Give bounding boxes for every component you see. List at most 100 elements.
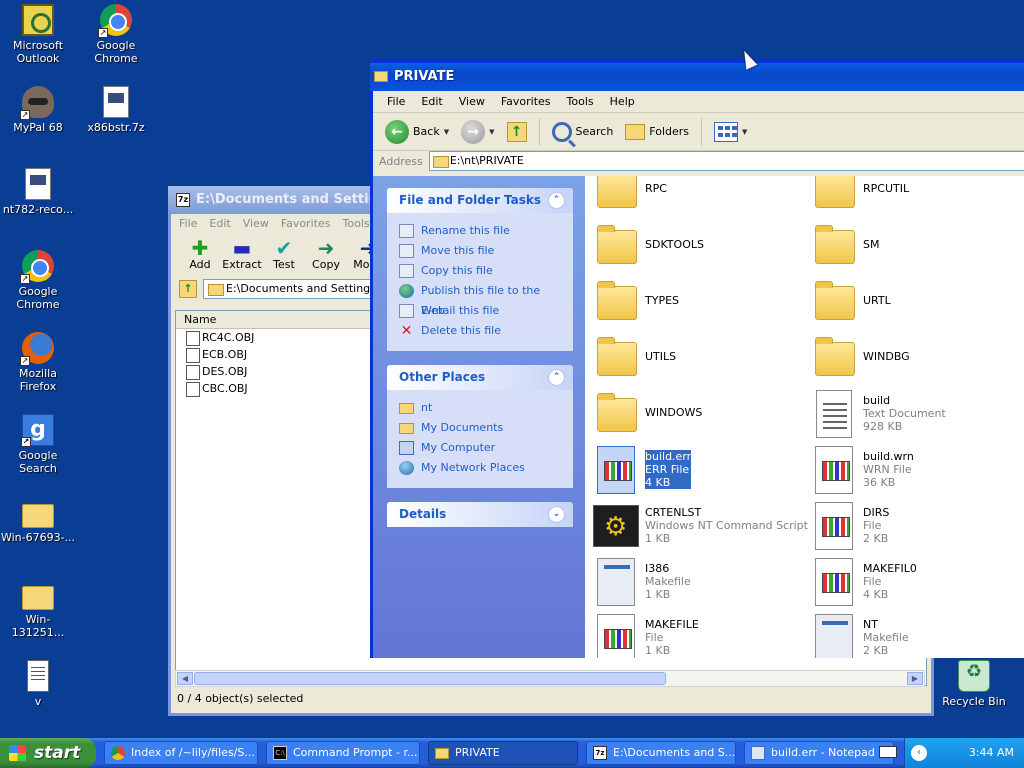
folder-item[interactable]: RPCUTIL (811, 176, 1021, 216)
scroll-left-icon[interactable]: ◀ (177, 672, 193, 685)
folders-button[interactable]: Folders (621, 117, 693, 147)
clock[interactable]: 3:44 AM (969, 746, 1014, 759)
desktop-icon-v[interactable]: v (0, 660, 76, 708)
menu-favorites[interactable]: Favorites (493, 91, 559, 112)
folder-item[interactable]: URTL (811, 278, 1021, 328)
item-text: WINDOWS (645, 406, 702, 419)
rename-file-link[interactable]: Rename this file (399, 221, 563, 241)
file-item[interactable]: DIRS File 2 KB (811, 502, 1021, 552)
taskbar-label: Command Prompt - r... (293, 746, 418, 759)
start-button[interactable]: start (0, 738, 96, 768)
file-item[interactable]: MAKEFIL0 File 4 KB (811, 558, 1021, 608)
dropdown-arrow-icon[interactable]: ▼ (489, 128, 494, 136)
other-places-header[interactable]: Other Places ⌃ (387, 365, 573, 390)
place-nt-link[interactable]: nt (399, 398, 563, 418)
system-tray: ‹ 3:44 AM (879, 738, 1024, 768)
item-text: MAKEFILE File 1 KB (645, 618, 699, 657)
file-item[interactable]: build.err ERR File 4 KB (593, 446, 803, 496)
taskbar-label: E:\Documents and S... (613, 746, 736, 759)
explorer-titlebar[interactable]: PRIVATE (370, 63, 1024, 91)
dropdown-arrow-icon[interactable]: ▼ (444, 128, 449, 136)
7zip-menu-view[interactable]: View (243, 214, 269, 234)
file-item[interactable]: CRTENLSTWindows NT Command Script1 KB (593, 502, 808, 552)
task-pane: File and Folder Tasks ⌃ Rename this file… (373, 176, 585, 658)
desktop-icon-x86bstr[interactable]: x86bstr.7z (78, 86, 154, 134)
details-header[interactable]: Details ⌄ (387, 502, 573, 527)
taskbar-button-browser[interactable]: Index of /~lily/files/S... (104, 741, 258, 765)
forward-button[interactable]: → ▼ (457, 117, 498, 147)
views-button[interactable]: ▼ (710, 117, 751, 147)
desktop-icon-mypal[interactable]: ↗ MyPal 68 (0, 86, 76, 134)
taskbar-button-cmd[interactable]: C:\ Command Prompt - r... (266, 741, 420, 765)
place-label: nt (421, 401, 433, 414)
desktop-icon-chrome-2[interactable]: ↗ Google Chrome (0, 250, 76, 311)
folder-item[interactable]: WINDOWS (593, 390, 803, 440)
search-button[interactable]: Search (548, 117, 618, 147)
7zip-menu-favorites[interactable]: Favorites (281, 214, 331, 234)
7zip-menu-edit[interactable]: Edit (209, 214, 230, 234)
file-item[interactable]: build.wrn WRN File 36 KB (811, 446, 1021, 496)
desktop-icon-win131251[interactable]: Win-131251... (0, 578, 76, 639)
file-icon (815, 446, 853, 494)
place-my-documents-link[interactable]: My Documents (399, 418, 563, 438)
horizontal-scrollbar[interactable]: ◀ ▶ (175, 670, 925, 687)
item-text: UTILS (645, 350, 676, 363)
item-text: build Text Document 928 KB (863, 394, 946, 433)
desktop-icon-nt782[interactable]: nt782-reco... (0, 168, 76, 216)
menu-help[interactable]: Help (602, 91, 643, 112)
file-item[interactable]: NT Makefile 2 KB (811, 614, 1021, 658)
folder-item[interactable]: TYPES (593, 278, 803, 328)
collapse-icon[interactable]: ⌃ (548, 369, 565, 386)
folder-item[interactable]: UTILS (593, 334, 803, 384)
menu-tools[interactable]: Tools (559, 91, 602, 112)
place-network-link[interactable]: My Network Places (399, 458, 563, 478)
folder-icon (597, 337, 637, 376)
extract-button[interactable]: ▬ Extract (221, 234, 263, 278)
publish-web-link[interactable]: Publish this file to the Web (399, 281, 563, 317)
copy-file-link[interactable]: Copy this file (399, 261, 563, 281)
taskbar-button-notepad[interactable]: build.err - Notepad (744, 741, 894, 765)
dropdown-arrow-icon[interactable]: ▼ (742, 128, 747, 136)
file-item[interactable]: MAKEFILE File 1 KB (593, 614, 803, 658)
place-my-computer-link[interactable]: My Computer (399, 438, 563, 458)
folder-item[interactable]: WINDBG (811, 334, 1021, 384)
taskbar-button-7zip[interactable]: 7z E:\Documents and S... (586, 741, 736, 765)
scroll-thumb[interactable] (194, 672, 666, 685)
copy-button[interactable]: ➜ Copy (305, 234, 347, 278)
menu-edit[interactable]: Edit (413, 91, 450, 112)
delete-file-link[interactable]: ✕ Delete this file (399, 321, 563, 341)
move-file-link[interactable]: Move this file (399, 241, 563, 261)
email-file-link[interactable]: E-mail this file (399, 301, 563, 321)
desktop-icon-recycle-bin[interactable]: Recycle Bin (936, 660, 1012, 708)
add-button[interactable]: ✚ Add (179, 234, 221, 278)
keyboard-icon[interactable] (879, 746, 897, 758)
desktop-icon-chrome[interactable]: ↗ Google Chrome (78, 4, 154, 65)
collapse-icon[interactable]: ⌃ (548, 192, 565, 209)
scroll-right-icon[interactable]: ▶ (907, 672, 923, 685)
address-input[interactable]: E:\nt\PRIVATE (428, 151, 1024, 171)
desktop-icon-label: Recycle Bin (942, 695, 1006, 708)
7zip-menu-tools[interactable]: Tools (343, 214, 370, 234)
7zip-menu-file[interactable]: File (179, 214, 197, 234)
forward-arrow-icon: → (461, 119, 486, 144)
file-item[interactable]: build Text Document 928 KB (811, 390, 1021, 440)
show-hidden-icons-icon[interactable]: ‹ (911, 745, 927, 761)
up-folder-icon[interactable]: ↑ (179, 280, 197, 298)
expand-icon[interactable]: ⌄ (548, 506, 565, 523)
taskbar-button-explorer[interactable]: PRIVATE (428, 741, 578, 765)
folder-item[interactable]: SDKTOOLS (593, 222, 803, 272)
up-button[interactable]: ↑ (503, 117, 531, 147)
menu-file[interactable]: File (379, 91, 413, 112)
folder-icon (815, 225, 855, 264)
desktop-icon-firefox[interactable]: ↗ Mozilla Firefox (0, 332, 76, 393)
file-item[interactable]: I386 Makefile 1 KB (593, 558, 803, 608)
desktop-icon-outlook[interactable]: Microsoft Outlook (0, 4, 76, 65)
desktop-icon-win67693[interactable]: Win-67693-... (0, 496, 76, 544)
folder-item[interactable]: RPC (593, 176, 803, 216)
folder-item[interactable]: SM (811, 222, 1021, 272)
menu-view[interactable]: View (451, 91, 493, 112)
back-button[interactable]: ← Back ▼ (381, 117, 453, 147)
test-button[interactable]: ✔ Test (263, 234, 305, 278)
desktop-icon-google-search[interactable]: g ↗ Google Search (0, 414, 76, 475)
file-folder-tasks-header[interactable]: File and Folder Tasks ⌃ (387, 188, 573, 213)
